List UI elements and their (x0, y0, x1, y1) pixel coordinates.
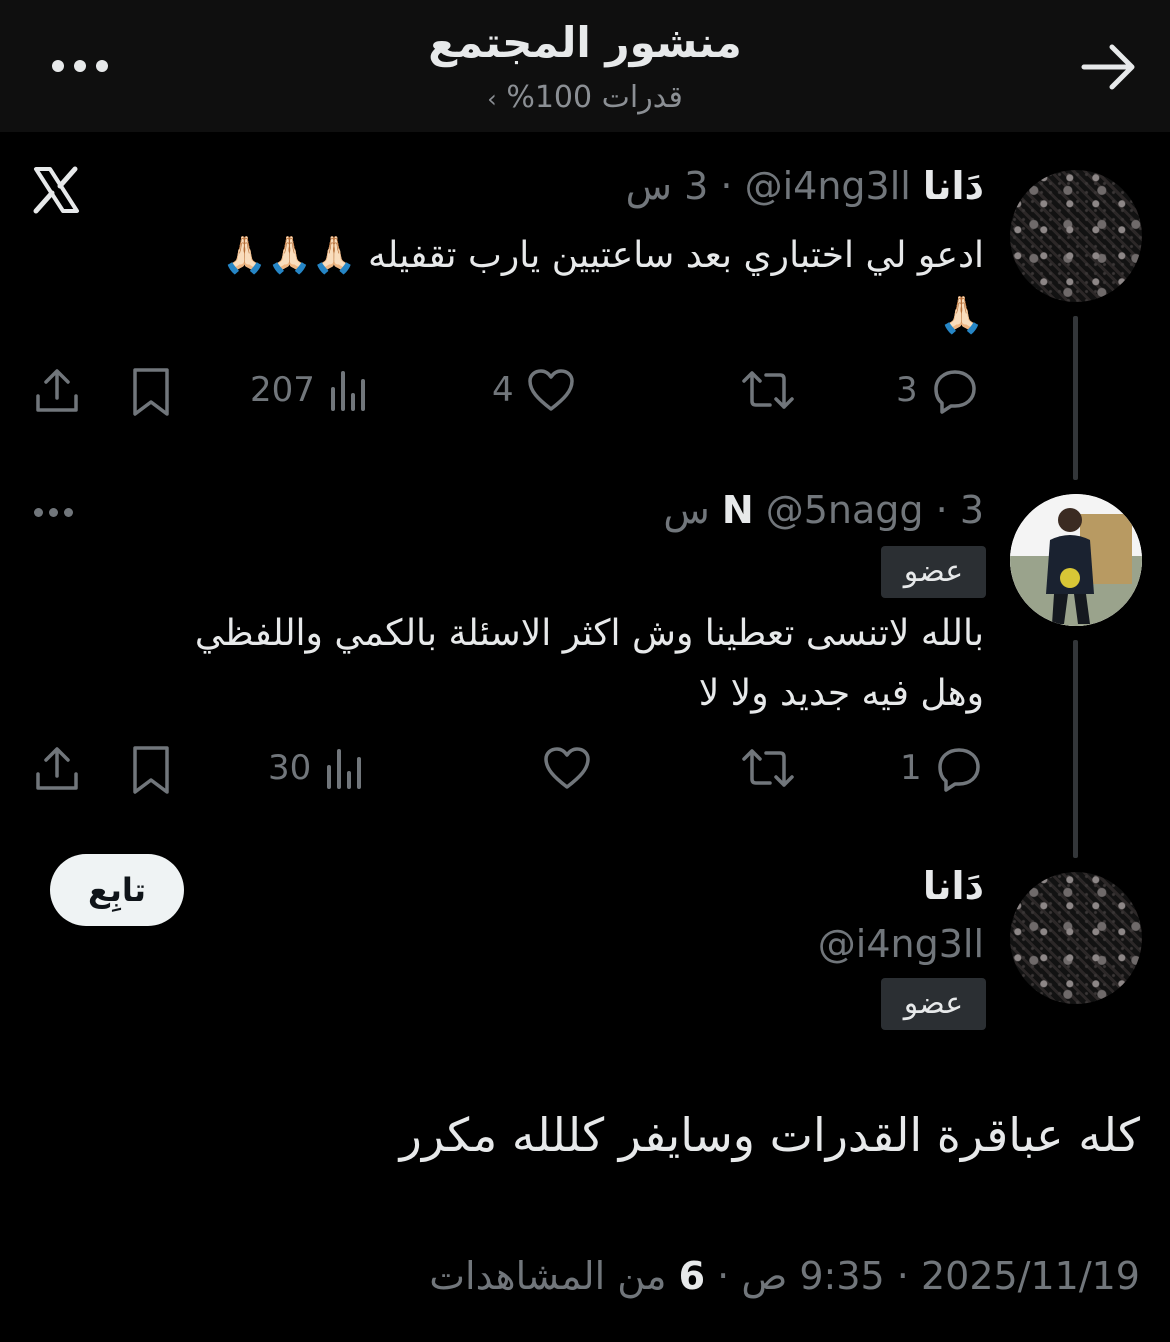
display-name[interactable]: N (722, 488, 754, 532)
community-name: قدرات 100% (506, 80, 683, 115)
handle[interactable]: @i4ng3ll (745, 164, 911, 208)
bookmark-icon[interactable] (128, 366, 174, 418)
reply-icon (937, 748, 980, 792)
community-link[interactable]: قدرات 100% › (300, 80, 870, 115)
post-text: ادعو لي اختباري بعد ساعتيين يارب تقفيله … (24, 226, 984, 346)
share-icon[interactable] (32, 366, 82, 416)
member-badge: عضو (881, 546, 986, 598)
reply-count: 3 (896, 370, 918, 410)
post-text-line: 🙏🏻 (939, 295, 984, 336)
reply-button[interactable]: 3 (896, 362, 980, 418)
reply-icon (933, 370, 976, 414)
repost-button[interactable] (728, 362, 796, 418)
timestamp[interactable]: 3 س (626, 164, 709, 208)
repost-button[interactable] (728, 740, 796, 796)
post-text: كله عباقرة القدرات وسايفر كللله مكرر (399, 1108, 1140, 1162)
post-text: بالله لاتنسى تعطينا وش اكثر الاسئلة بالك… (24, 604, 984, 724)
handle[interactable]: @5nagg (766, 488, 924, 532)
heart-icon (527, 369, 574, 411)
post-text-line: ادعو لي اختباري بعد ساعتيين يارب تقفيله … (222, 235, 984, 276)
views-button[interactable]: 30 (268, 740, 367, 796)
like-count: 4 (492, 370, 514, 410)
reply-count: 1 (900, 748, 922, 788)
analytics-icon (330, 371, 365, 411)
handle[interactable]: @i4ng3ll (818, 922, 984, 966)
display-name: دَانا (922, 864, 984, 908)
views-count: 30 (268, 748, 312, 788)
like-button[interactable]: 4 (492, 362, 576, 418)
top-bar: منشور المجتمع قدرات 100% › (0, 0, 1170, 132)
views-count: 207 (250, 370, 315, 410)
post-time: 9:35 ص (741, 1254, 885, 1298)
back-arrow-icon[interactable] (1078, 40, 1140, 94)
post-text-line: بالله لاتنسى تعطينا وش اكثر الاسئلة بالك… (194, 613, 984, 654)
repost-icon (742, 371, 794, 409)
post-header: N @5nagg · 3 س (663, 488, 984, 532)
avatar[interactable] (1010, 170, 1142, 302)
avatar[interactable] (1010, 872, 1142, 1004)
more-options-icon[interactable] (34, 502, 78, 522)
page-title: منشور المجتمع (428, 18, 742, 67)
follow-button[interactable]: تابِع (50, 854, 184, 926)
display-name[interactable]: دَانا (923, 164, 984, 208)
member-badge: عضو (881, 978, 986, 1030)
post-text-line: وهل فيه جديد ولا لا (698, 673, 984, 714)
x-logo-icon (33, 166, 79, 214)
share-icon[interactable] (32, 744, 82, 794)
post-date: 2025/11/19 (920, 1254, 1140, 1298)
post-header: دَانا @i4ng3ll · 3 س (625, 164, 984, 208)
analytics-icon (327, 749, 362, 789)
avatar-photo (1010, 494, 1142, 626)
chevron-left-icon: › (487, 85, 497, 113)
like-button[interactable] (530, 740, 592, 796)
more-options-icon[interactable] (52, 52, 116, 80)
bookmark-icon[interactable] (128, 744, 174, 796)
heart-icon (544, 747, 590, 789)
views-button[interactable]: 207 (250, 362, 371, 418)
thread-line (1073, 316, 1078, 480)
reply-button[interactable]: 1 (900, 740, 984, 796)
avatar[interactable] (1010, 494, 1142, 626)
thread-line (1073, 640, 1078, 858)
repost-icon (742, 749, 794, 787)
post-meta: 2025/11/19 · 9:35 ص · 6 من المشاهدات (429, 1254, 1140, 1298)
views-label[interactable]: من المشاهدات (429, 1254, 666, 1298)
views-count[interactable]: 6 (679, 1254, 705, 1298)
